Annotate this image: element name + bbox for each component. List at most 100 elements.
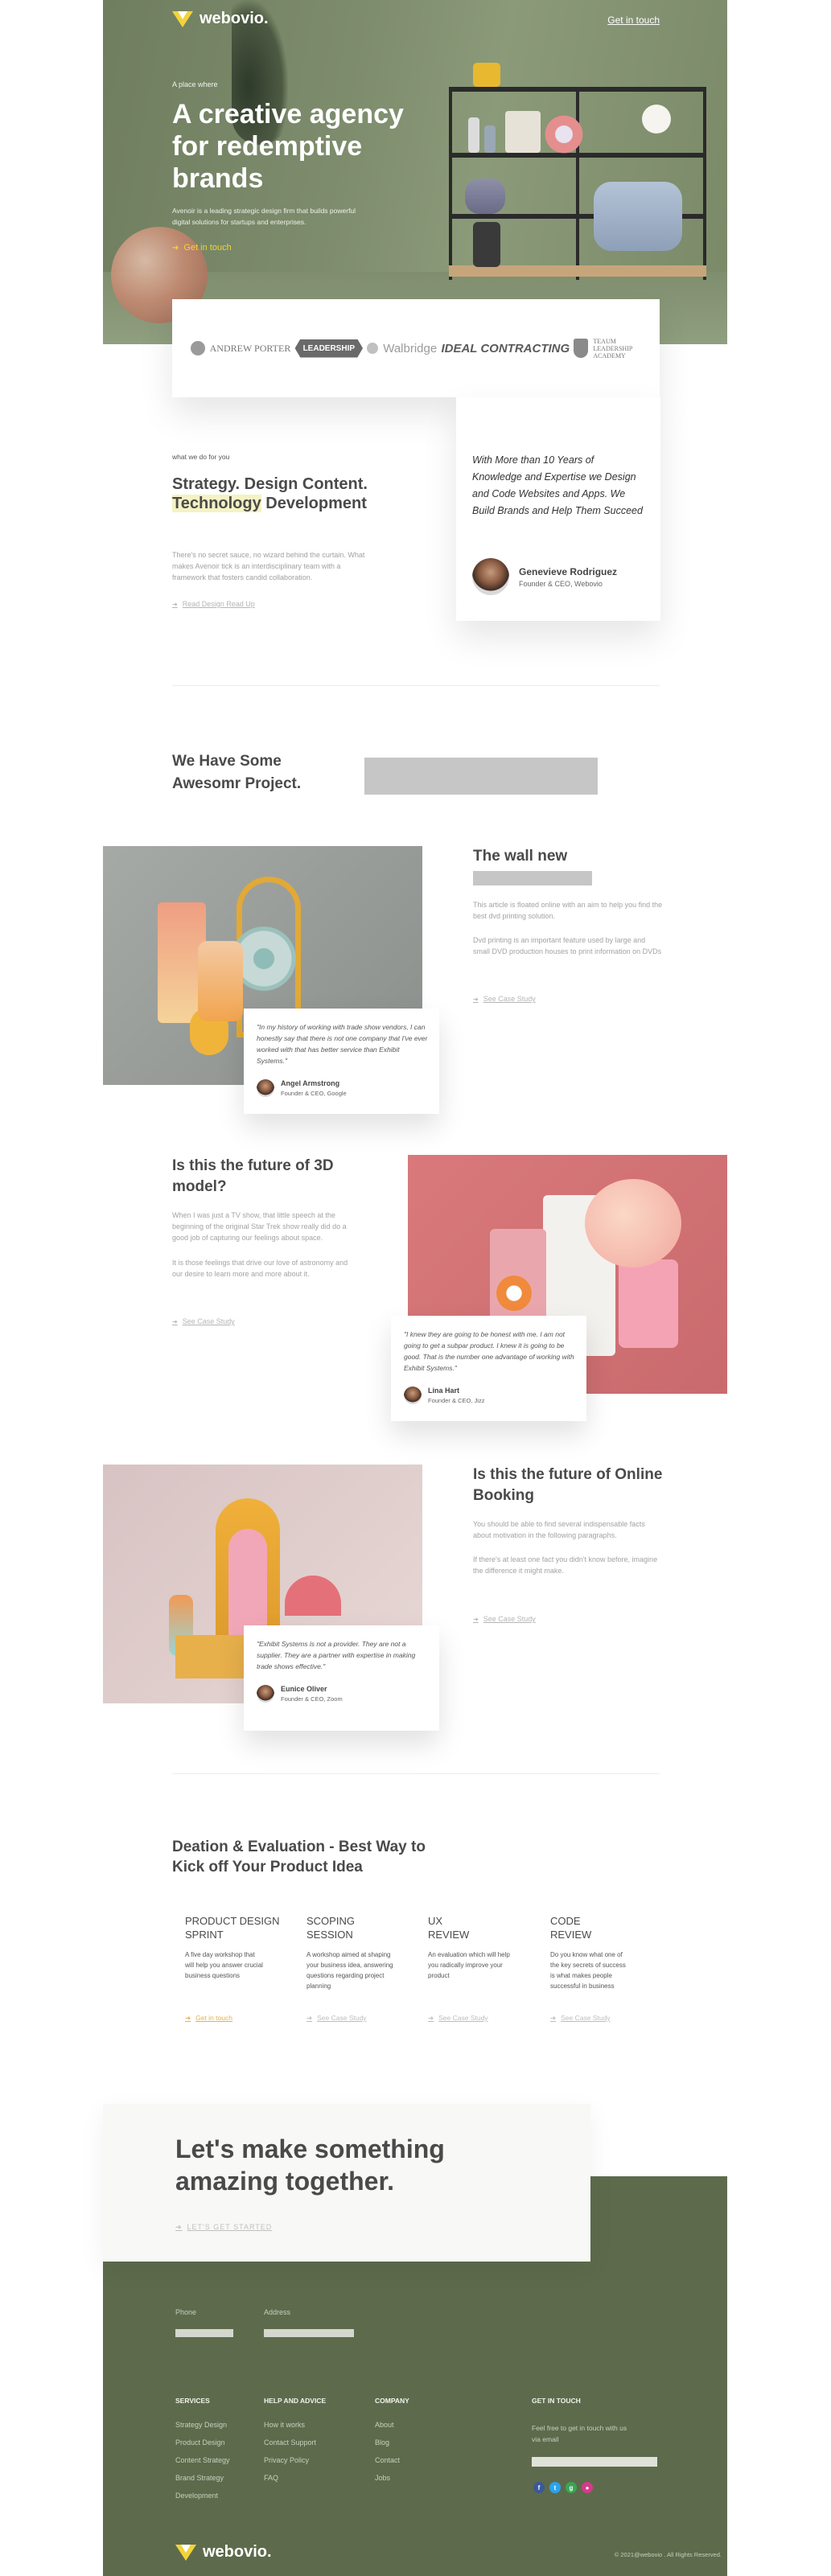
- project-case-study-link-1[interactable]: ➜ See Case Study: [473, 995, 536, 1003]
- footer-link[interactable]: Product Design: [175, 2434, 230, 2451]
- project-quote-card-2: "I knew they are going to be honest with…: [391, 1316, 586, 1421]
- avatar: [257, 1685, 274, 1703]
- footer-link[interactable]: Strategy Design: [175, 2416, 230, 2434]
- footer-link[interactable]: Contact: [375, 2451, 400, 2469]
- footer-touch-text: Feel free to get in touch with us via em…: [532, 2424, 627, 2443]
- arrow-right-icon: ➜: [473, 995, 479, 1003]
- project-quote-author: Eunice Oliver Founder & CEO, Zoom: [257, 1685, 343, 1703]
- project-quote: "In my history of working with trade sho…: [257, 1023, 428, 1065]
- author-role: Founder & CEO, Webovio: [519, 579, 603, 588]
- avatar: [404, 1387, 422, 1404]
- sprint-column-code-review: Code Review Do you know what one of the …: [550, 1915, 626, 2022]
- strategy-read-more-link[interactable]: ➜ Read Design Read Up: [172, 600, 255, 608]
- project-quote: "Exhibit Systems is not a provider. They…: [257, 1640, 416, 1670]
- footer-company-list: About Blog Contact Jobs: [375, 2416, 400, 2487]
- project-desc-1a: This article is floated online with an a…: [473, 901, 663, 920]
- footer-link[interactable]: Development: [175, 2487, 230, 2504]
- hero-button-label: Get in touch: [183, 243, 232, 253]
- cta-get-started-link[interactable]: ➜ LET'S GET STARTED: [175, 2223, 272, 2232]
- author-name: Angel Armstrong: [281, 1079, 340, 1087]
- sprint-title: Deation & Evaluation - Best Way to Kick …: [172, 1839, 426, 1876]
- google-plus-icon[interactable]: g: [566, 2482, 577, 2493]
- project-desc-3a: You should be able to find several indis…: [473, 1520, 645, 1539]
- client-logos-strip: ANDREW PORTER LEADERSHIP Walbridge IDEAL…: [172, 299, 660, 397]
- author-name: Eunice Oliver: [281, 1685, 327, 1693]
- projects-title: We Have Some Awesomr Project.: [172, 753, 302, 792]
- author-name: Genevieve Rodriguez: [519, 565, 618, 577]
- project-desc-2a: When I was just a TV show, that little s…: [172, 1211, 347, 1242]
- sprint-column-scoping-session: Scoping Session A workshop aimed at shap…: [306, 1915, 393, 2022]
- strategy-label: what we do for you: [172, 453, 230, 461]
- client-logo-ideal: IDEAL CONTRACTING: [441, 341, 570, 355]
- hero-get-in-touch-button[interactable]: ➜ Get in touch: [172, 243, 232, 253]
- instagram-icon[interactable]: ●: [582, 2482, 593, 2493]
- footer-link[interactable]: Brand Strategy: [175, 2469, 230, 2487]
- project-quote-card-3: "Exhibit Systems is not a provider. They…: [244, 1625, 439, 1731]
- header-get-in-touch-link[interactable]: Get in touch: [607, 14, 660, 26]
- hero-section: webovio. Get in touch A place where A cr…: [103, 0, 727, 344]
- project-desc-3b: If there's at least one fact you didn't …: [473, 1555, 658, 1575]
- footer-link[interactable]: Jobs: [375, 2469, 400, 2487]
- footer-link[interactable]: About: [375, 2416, 400, 2434]
- project-title-2: Is this the future of 3D model?: [172, 1157, 334, 1195]
- avatar: [472, 558, 509, 595]
- project-title-3: Is this the future of Online Booking: [473, 1466, 663, 1504]
- testimonial-quote: With More than 10 Years of Knowledge and…: [472, 454, 643, 516]
- hero-kicker: A place where: [172, 80, 218, 88]
- twitter-icon[interactable]: t: [549, 2482, 561, 2493]
- client-logo-andrew-porter: ANDREW PORTER: [190, 341, 290, 355]
- logo-icon: [175, 2544, 196, 2561]
- project-case-study-link-2[interactable]: ➜ See Case Study: [172, 1317, 235, 1325]
- footer-help-list: How it works Contact Support Privacy Pol…: [264, 2416, 316, 2487]
- footer-link[interactable]: Contact Support: [264, 2434, 316, 2451]
- sprint-link-case-study[interactable]: ➜ See Case Study: [550, 2014, 611, 2023]
- author-role: Founder & CEO, Google: [281, 1090, 347, 1097]
- logo-icon: [172, 10, 193, 27]
- logo-wordmark: webovio.: [203, 2543, 272, 2561]
- sprint-link-case-study[interactable]: ➜ See Case Study: [428, 2014, 488, 2023]
- footer-link[interactable]: Privacy Policy: [264, 2451, 316, 2469]
- project-title-1: The wall new: [473, 848, 568, 865]
- project-case-study-link-3[interactable]: ➜ See Case Study: [473, 1615, 536, 1623]
- arrow-right-icon: ➜: [550, 2014, 557, 2022]
- author-role: Founder & CEO, Zoom: [281, 1695, 343, 1703]
- strategy-description: There's no secret sauce, no wizard behin…: [172, 551, 365, 581]
- footer-social-icons: f t g ●: [533, 2482, 593, 2493]
- project-quote-card-1: "In my history of working with trade sho…: [244, 1009, 439, 1114]
- logo-wordmark: webovio.: [200, 10, 269, 27]
- footer-company-heading: COMPANY: [375, 2397, 409, 2405]
- section-divider: [172, 685, 660, 686]
- footer-link[interactable]: How it works: [264, 2416, 316, 2434]
- footer-phone-value: [175, 2329, 233, 2337]
- testimonial-author: Genevieve Rodriguez Founder & CEO, Webov…: [472, 558, 617, 595]
- footer-link[interactable]: Content Strategy: [175, 2451, 230, 2469]
- section-divider: [172, 1773, 660, 1774]
- footer-address-value: [264, 2329, 354, 2337]
- footer-logo[interactable]: webovio.: [175, 2543, 272, 2562]
- sprint-link-case-study[interactable]: ➜ See Case Study: [306, 2014, 367, 2023]
- sprint-column-design-sprint: Product Design Sprint A five day worksho…: [185, 1915, 280, 2022]
- hero-shelf-illustration: [449, 63, 706, 280]
- sprint-link-get-in-touch[interactable]: ➜ Get in touch: [185, 2014, 232, 2023]
- footer-phone-label: Phone: [175, 2308, 197, 2316]
- arrow-right-icon: ➜: [172, 243, 179, 253]
- cta-box: Let's make something amazing together. ➜…: [103, 2104, 590, 2262]
- andrew-porter-icon: [190, 341, 205, 355]
- sprint-column-ux-review: UX Review An evaluation which will help …: [428, 1915, 510, 2022]
- footer-email-input[interactable]: [532, 2457, 657, 2467]
- facebook-icon[interactable]: f: [533, 2482, 545, 2493]
- header-logo[interactable]: webovio.: [172, 10, 269, 28]
- author-name: Lina Hart: [428, 1387, 460, 1395]
- client-logo-walbridge: Walbridge: [367, 342, 437, 355]
- footer-touch-heading: GET IN TOUCH: [532, 2397, 581, 2405]
- footer-link[interactable]: Blog: [375, 2434, 400, 2451]
- projects-placeholder-bar: [364, 758, 598, 795]
- footer-copyright: © 2021@webovio . All Rights Reserved.: [614, 2551, 722, 2558]
- client-logo-teaum: TEAUM LEADERSHIP ACADEMY: [574, 338, 641, 359]
- footer-link[interactable]: FAQ: [264, 2469, 316, 2487]
- project-subtitle-placeholder: [473, 871, 592, 885]
- testimonial-card: With More than 10 Years of Knowledge and…: [456, 397, 660, 621]
- footer-address-label: Address: [264, 2308, 291, 2316]
- footer-help-heading: HELP AND ADVICE: [264, 2397, 327, 2405]
- walbridge-icon: [367, 343, 379, 354]
